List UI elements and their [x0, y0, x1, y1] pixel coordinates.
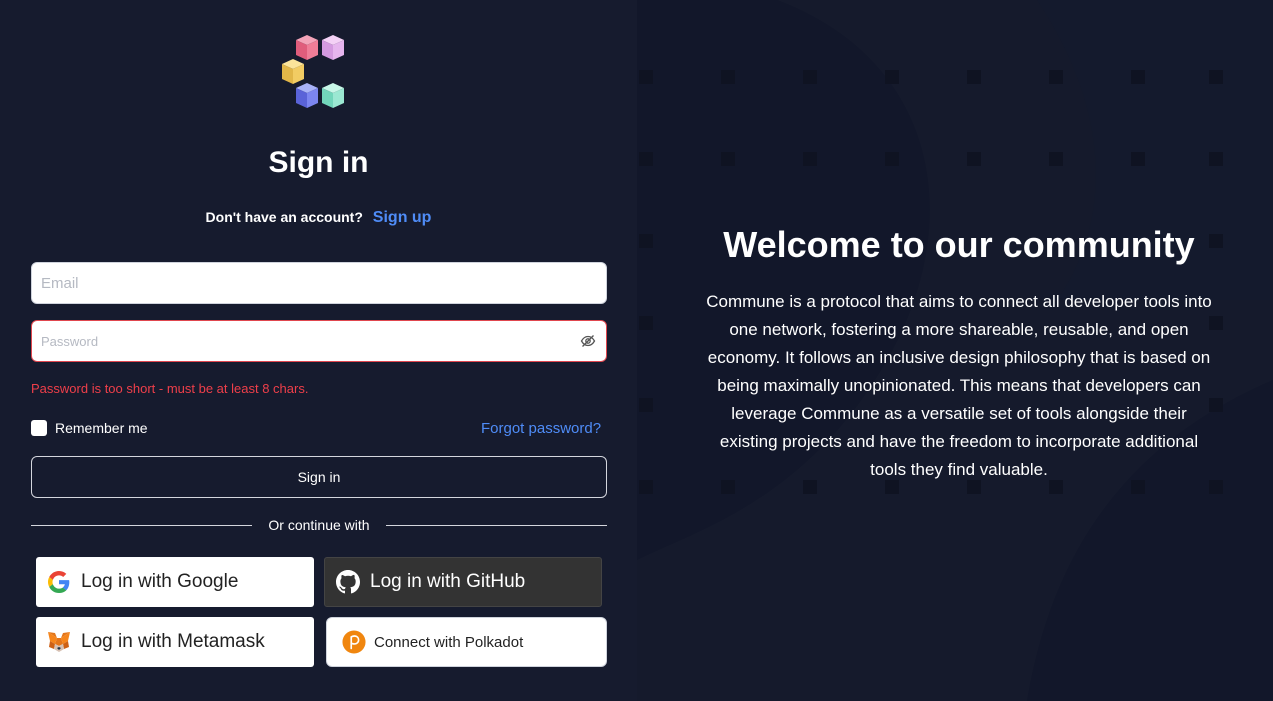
sign-up-link[interactable]: Sign up: [373, 209, 432, 226]
welcome-panel: Welcome to our community Commune is a pr…: [637, 0, 1273, 701]
sign-in-page: Sign in Don't have an account? Sign up E…: [0, 0, 1273, 701]
sign-in-button[interactable]: Sign in: [31, 456, 607, 498]
polkadot-connect-label: Connect with Polkadot: [374, 633, 524, 651]
sign-in-panel: Sign in Don't have an account? Sign up E…: [0, 0, 637, 701]
password-placeholder: Password: [41, 333, 99, 349]
page-title: Sign in: [268, 146, 369, 179]
divider-line-right: [386, 525, 607, 526]
metamask-fox-icon: [47, 630, 71, 654]
cubes-logo-icon: [282, 35, 344, 108]
github-icon: [336, 570, 360, 594]
remember-me-label: Remember me: [55, 420, 148, 436]
google-login-label: Log in with Google: [81, 571, 239, 592]
eye-slash-icon[interactable]: [580, 333, 596, 349]
signup-prompt: Don't have an account? Sign up: [0, 209, 637, 227]
google-login-button[interactable]: Log in with Google: [36, 557, 314, 607]
remember-me[interactable]: Remember me: [31, 420, 148, 436]
welcome-description: Commune is a protocol that aims to conne…: [706, 292, 1212, 479]
password-input[interactable]: Password: [31, 320, 607, 362]
github-login-label: Log in with GitHub: [370, 571, 526, 592]
welcome-title: Welcome to our community: [723, 224, 1195, 265]
continue-divider: Or continue with: [31, 516, 607, 536]
metamask-login-button[interactable]: Log in with Metamask: [36, 617, 314, 667]
remember-me-checkbox[interactable]: [31, 420, 47, 436]
google-icon: [47, 570, 71, 594]
password-error-message: Password is too short - must be at least…: [31, 381, 309, 396]
email-input[interactable]: Email: [31, 262, 607, 304]
polkadot-connect-button[interactable]: Connect with Polkadot: [326, 617, 607, 667]
metamask-login-label: Log in with Metamask: [81, 631, 265, 652]
no-account-text: Don't have an account?: [205, 209, 363, 225]
github-login-button[interactable]: Log in with GitHub: [324, 557, 602, 607]
email-placeholder: Email: [41, 274, 79, 292]
polkadot-icon: [342, 630, 366, 654]
forgot-password-link[interactable]: Forgot password?: [481, 420, 601, 437]
